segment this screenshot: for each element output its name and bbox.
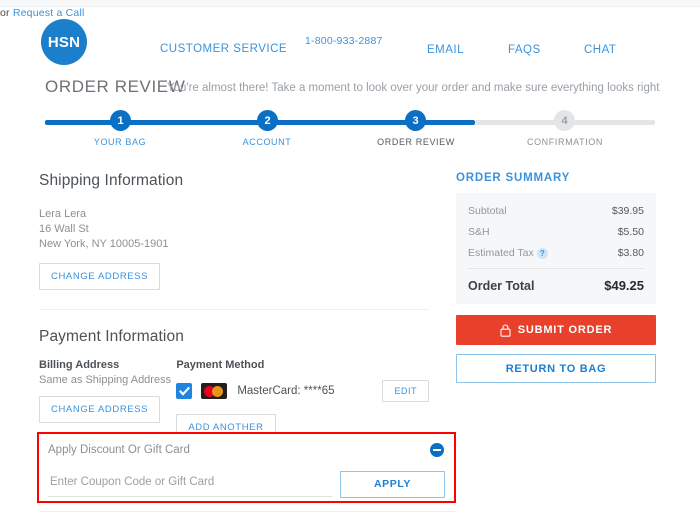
stepper-step-4-label: CONFIRMATION (526, 137, 604, 147)
return-to-bag-label: RETURN TO BAG (505, 362, 607, 375)
check-icon (178, 386, 190, 396)
payment-heading: Payment Information (39, 328, 184, 345)
return-to-bag-button[interactable]: RETURN TO BAG (456, 354, 656, 383)
order-review-page: HSN CUSTOMER SERVICE 1-800-933-2887 or R… (0, 0, 700, 525)
tax-help-icon[interactable]: ? (536, 247, 548, 259)
summary-row-tax: Estimated Tax? $3.80 (468, 247, 644, 259)
page-title-row: ORDER REVIEW You're almost there! Take a… (0, 77, 700, 103)
shipping-name: Lera Lera (39, 208, 87, 220)
billing-address-value: Same as Shipping Address (39, 374, 172, 386)
stepper-step-4-number: 4 (561, 114, 568, 127)
stepper-step-2[interactable]: 2 (257, 110, 278, 131)
submit-order-label: SUBMIT ORDER (517, 324, 613, 336)
order-summary-column: ORDER SUMMARY Subtotal $39.95 S&H $5.50 … (456, 172, 656, 383)
stepper-step-3-label: ORDER REVIEW (377, 137, 455, 147)
payment-method-block: Payment Method MasterCard: ****65 EDIT A… (176, 359, 429, 441)
site-header: HSN CUSTOMER SERVICE 1-800-933-2887 or R… (0, 7, 700, 69)
page-subtitle: You're almost there! Take a moment to lo… (167, 82, 660, 94)
faqs-link[interactable]: FAQS (508, 44, 541, 56)
chat-link[interactable]: CHAT (584, 44, 616, 56)
order-summary-title: ORDER SUMMARY (456, 172, 571, 184)
collapse-minus-icon[interactable] (430, 443, 444, 457)
shipping-street: 16 Wall St (39, 223, 89, 235)
payment-information-section: Payment Information Billing Address Same… (39, 328, 429, 441)
request-prefix: or (0, 7, 13, 19)
order-summary-box: Subtotal $39.95 S&H $5.50 Estimated Tax?… (456, 193, 656, 304)
phone-number-link[interactable]: 1-800-933-2887 (305, 35, 383, 47)
summary-subtotal-value: $39.95 (611, 205, 644, 217)
summary-sh-value: $5.50 (617, 226, 644, 238)
coupon-code-input[interactable] (48, 471, 332, 497)
apply-discount-body: APPLY (39, 466, 454, 502)
lock-icon (500, 323, 511, 337)
summary-sh-label: S&H (468, 226, 490, 238)
billing-address-label: Billing Address (39, 359, 120, 371)
shipping-heading: Shipping Information (39, 172, 184, 189)
customer-service-link[interactable]: CUSTOMER SERVICE (160, 43, 287, 55)
summary-divider (468, 268, 644, 269)
stepper-step-1[interactable]: 1 (110, 110, 131, 131)
stepper-step-4: 4 (554, 110, 575, 131)
billing-address-block: Billing Address Same as Shipping Address… (39, 359, 176, 441)
apply-discount-header[interactable]: Apply Discount Or Gift Card (39, 434, 454, 466)
payment-method-label: Payment Method (176, 359, 265, 371)
stepper-step-2-number: 2 (264, 114, 271, 127)
payment-card-text: MasterCard: ****65 (237, 385, 335, 397)
apply-discount-section: Apply Discount Or Gift Card APPLY (37, 432, 456, 503)
summary-tax-label: Estimated Tax (468, 247, 534, 259)
top-bar (0, 0, 700, 7)
hsn-logo-text: HSN (47, 33, 81, 51)
bottom-divider (39, 511, 455, 512)
email-link[interactable]: EMAIL (427, 44, 464, 56)
payment-method-row: MasterCard: ****65 EDIT (176, 380, 429, 402)
payment-edit-button[interactable]: EDIT (382, 380, 429, 402)
order-total-label: Order Total (468, 278, 535, 293)
hsn-logo[interactable]: HSN (41, 19, 87, 65)
summary-tax-label-group: Estimated Tax? (468, 247, 548, 259)
stepper-step-1-number: 1 (117, 114, 124, 127)
payment-method-checkbox[interactable] (176, 383, 193, 399)
checkout-stepper: 1 YOUR BAG 2 ACCOUNT 3 ORDER REVIEW 4 CO… (45, 110, 655, 152)
shipping-city-state-zip: New York, NY 10005-1901 (39, 238, 169, 250)
request-a-call-row: or Request a Call (0, 7, 700, 19)
billing-change-address-button[interactable]: CHANGE ADDRESS (39, 396, 161, 423)
submit-order-button[interactable]: SUBMIT ORDER (456, 315, 656, 345)
request-a-call-link[interactable]: Request a Call (13, 7, 85, 19)
summary-row-shipping: S&H $5.50 (468, 226, 644, 238)
checkout-left-column: Shipping Information Lera Lera 16 Wall S… (39, 172, 429, 441)
stepper-step-1-label[interactable]: YOUR BAG (94, 137, 146, 147)
stepper-step-3-number: 3 (412, 114, 419, 127)
order-total-value: $49.25 (604, 278, 644, 293)
shipping-change-address-button[interactable]: CHANGE ADDRESS (39, 263, 161, 290)
summary-row-total: Order Total $49.25 (468, 278, 644, 293)
shipping-information-section: Shipping Information Lera Lera 16 Wall S… (39, 172, 429, 290)
apply-coupon-button[interactable]: APPLY (340, 470, 445, 498)
apply-discount-label: Apply Discount Or Gift Card (48, 444, 190, 456)
page-title: ORDER REVIEW (45, 77, 186, 96)
summary-subtotal-label: Subtotal (468, 205, 507, 217)
mastercard-icon (201, 383, 228, 399)
stepper-step-2-label[interactable]: ACCOUNT (243, 137, 292, 147)
summary-row-subtotal: Subtotal $39.95 (468, 205, 644, 217)
summary-tax-value: $3.80 (617, 247, 644, 259)
stepper-step-3[interactable]: 3 (405, 110, 426, 131)
